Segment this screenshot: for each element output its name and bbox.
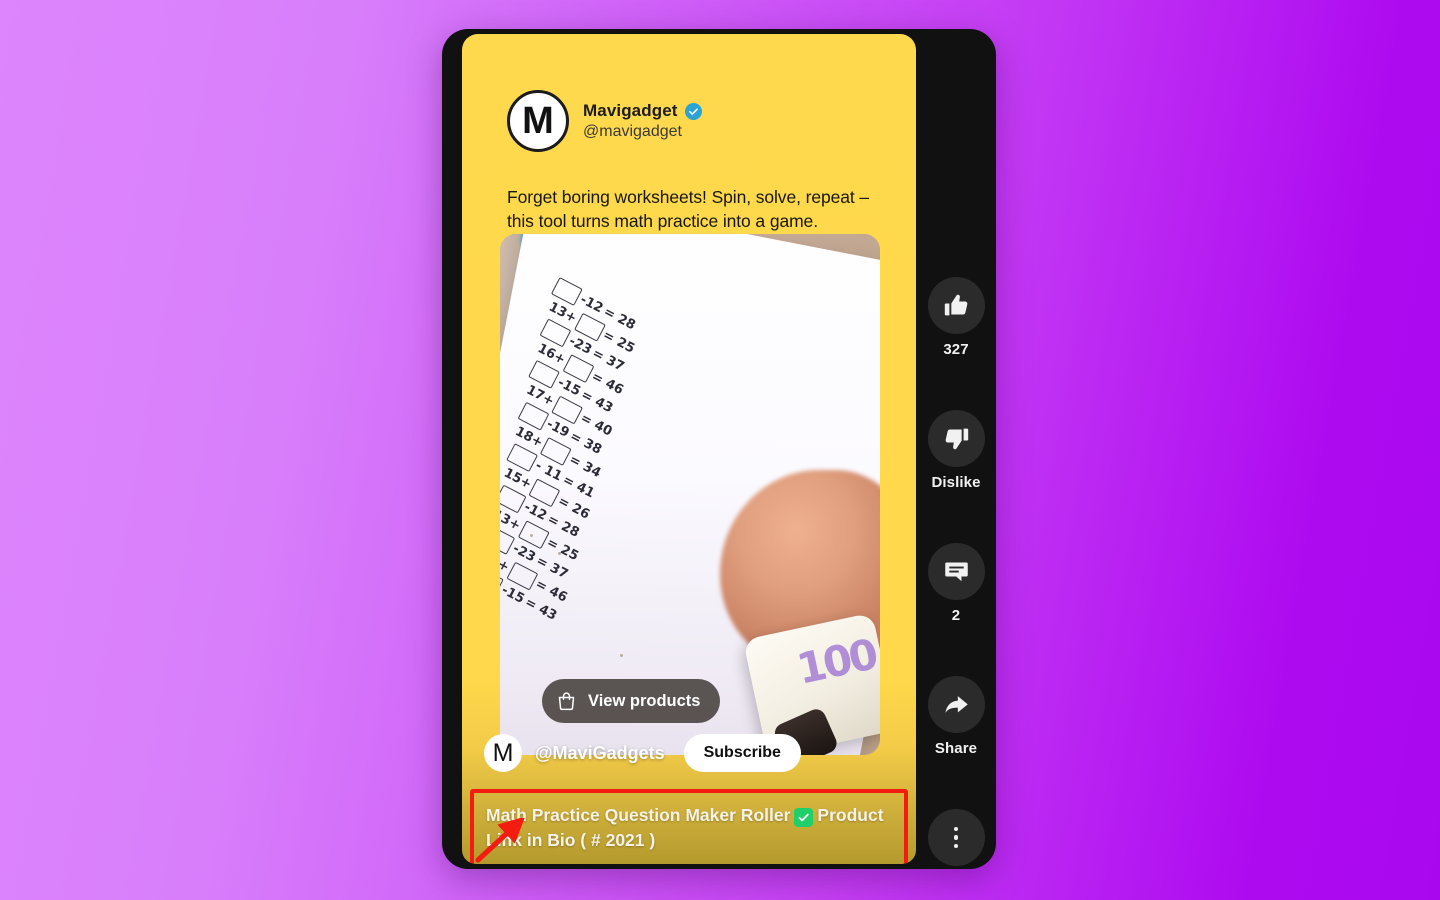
channel-handle[interactable]: @MaviGadgets: [535, 743, 665, 764]
subscribe-button[interactable]: Subscribe: [683, 734, 801, 772]
share-arrow-icon: [943, 691, 970, 718]
action-rail: 327 Dislike 2 Share: [916, 29, 996, 869]
description-highlight-box: Math Practice Question Maker Roller Produ…: [470, 789, 908, 864]
worksheet-equations-list: -12 = 28 13+ = 25 -23 = 37 16+ = 46 -15 = 43 17+ = …: [500, 277, 697, 628]
description-text[interactable]: Math Practice Question Maker Roller Produ…: [486, 803, 892, 853]
view-products-button[interactable]: View products: [542, 679, 721, 723]
share-label: Share: [934, 740, 978, 757]
comment-icon: [943, 558, 970, 585]
like-button[interactable]: 327: [927, 277, 985, 358]
more-options-button[interactable]: [927, 809, 985, 866]
author-name-line: Mavigadget: [583, 101, 702, 121]
post-card: M Mavigadget @mavigadget Forget boring w…: [462, 34, 916, 864]
screenshot-stage: M Mavigadget @mavigadget Forget boring w…: [0, 0, 1440, 900]
more-vertical-icon: [953, 826, 959, 849]
green-check-icon: [794, 808, 814, 827]
view-products-label: View products: [588, 691, 701, 710]
verified-check-icon: [684, 102, 702, 120]
post-author-row[interactable]: M Mavigadget @mavigadget: [507, 90, 702, 152]
author-avatar: M: [507, 90, 569, 152]
description-text-before: Math Practice Question Maker Roller: [486, 805, 791, 825]
thumbs-up-icon: [943, 292, 970, 319]
comments-count: 2: [951, 607, 961, 624]
share-button[interactable]: Share: [927, 676, 985, 757]
author-text-block: Mavigadget @mavigadget: [583, 101, 702, 141]
channel-avatar[interactable]: M: [484, 734, 522, 772]
more-options-circle[interactable]: [927, 809, 985, 866]
author-handle: @mavigadget: [583, 123, 682, 140]
video-player[interactable]: -12 = 28 13+ = 25 -23 = 37 16+ = 46 -15 = 43 17+ = …: [500, 234, 880, 755]
desk-speck: [558, 552, 561, 555]
thumbs-down-icon: [943, 425, 970, 452]
desk-speck: [620, 654, 623, 657]
comments-button[interactable]: 2: [927, 543, 985, 624]
comments-button-circle[interactable]: [927, 543, 985, 600]
roller-number-label: 100: [792, 629, 880, 694]
dislike-button-circle[interactable]: [927, 410, 985, 467]
channel-row: M @MaviGadgets Subscribe: [484, 734, 801, 772]
shopping-bag-icon: [556, 690, 577, 712]
phone-device-frame: M Mavigadget @mavigadget Forget boring w…: [442, 29, 996, 869]
dislike-button[interactable]: Dislike: [927, 410, 985, 491]
desk-speck: [530, 534, 533, 537]
post-caption: Forget boring worksheets! Spin, solve, r…: [507, 187, 870, 231]
share-button-circle[interactable]: [927, 676, 985, 733]
like-button-circle[interactable]: [927, 277, 985, 334]
author-name: Mavigadget: [583, 101, 678, 120]
like-count: 327: [943, 341, 969, 358]
dislike-label: Dislike: [931, 474, 981, 491]
